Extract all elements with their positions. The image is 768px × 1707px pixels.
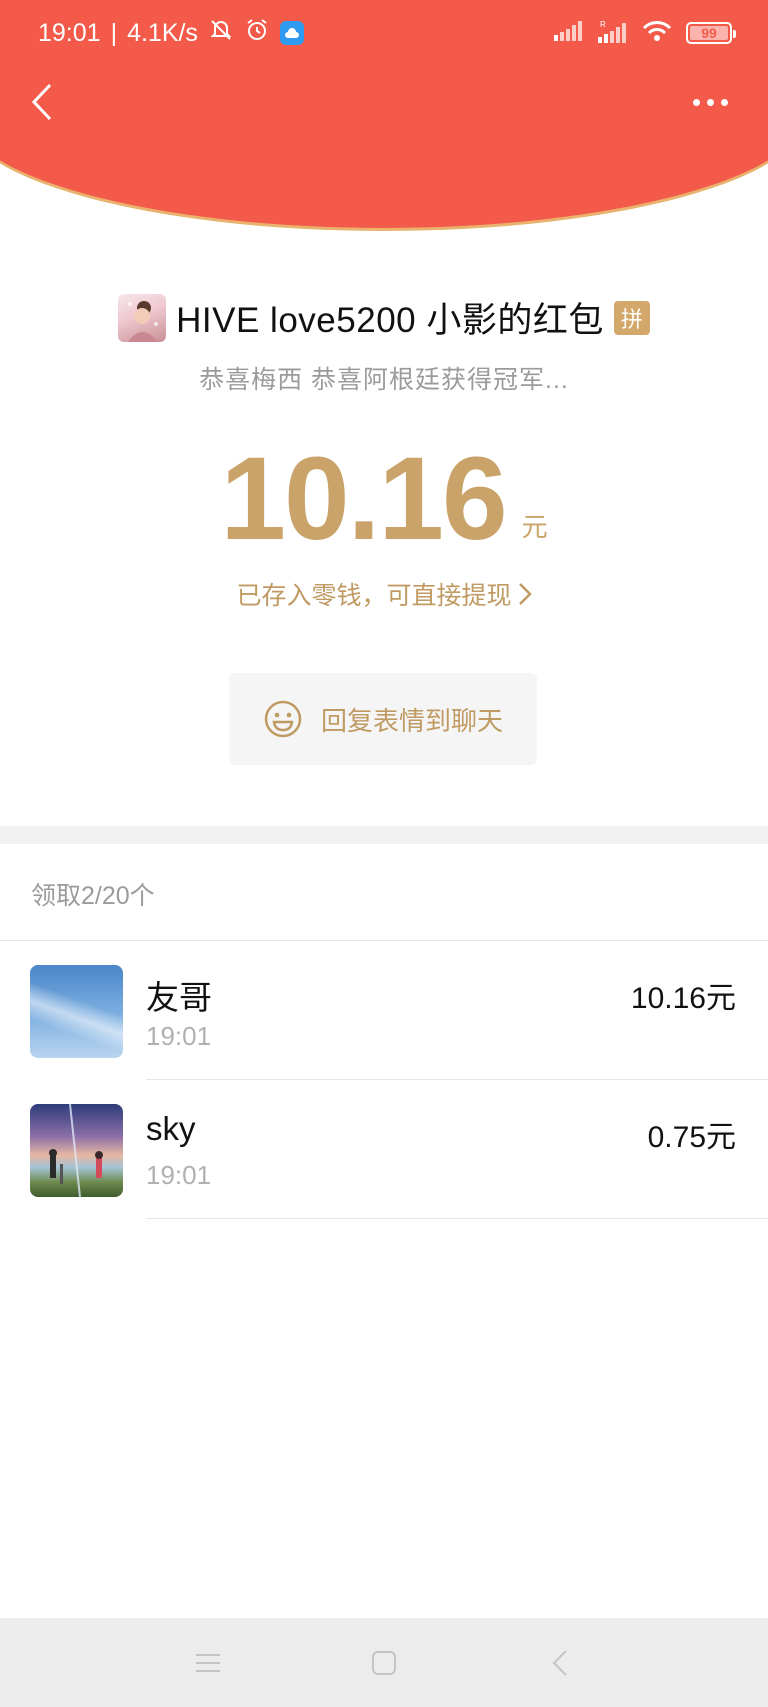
claimer-name: 友哥 [146,979,212,1016]
signal-icon [554,20,584,46]
claim-time: 19:01 [146,1160,212,1190]
amount-row: 10.16 元 [0,440,768,558]
sender-avatar[interactable] [118,293,167,342]
home-square-icon [372,1650,396,1675]
stored-to-balance-link[interactable]: 已存入零钱，可直接提现 [0,576,768,612]
battery-level: 99 [701,25,717,41]
row-divider [146,1218,768,1219]
list-item[interactable]: 友哥 19:01 10.16元 [0,941,768,1080]
reply-button-label: 回复表情到聊天 [320,705,503,736]
chevron-left-icon [31,83,52,121]
claim-amount: 0.75元 [647,1121,736,1154]
sender-row: HIVE love5200 小影的红包 拼 [0,292,768,343]
home-button[interactable] [296,1633,472,1693]
alarm-icon [244,17,270,50]
claim-time: 19:01 [146,1021,212,1051]
red-packet-detail-page: 19:01 | 4.1K/s R 99 HIVE love5200 小影的红包 … [0,0,768,1707]
status-right: R 99 [554,19,736,48]
status-separator: | [110,18,118,47]
system-back-button[interactable] [472,1633,648,1693]
mute-bell-icon [208,17,234,50]
group-pin-badge: 拼 [613,300,650,335]
section-divider [0,826,768,844]
cloud-app-icon [279,21,304,45]
signal-r-icon: R [598,19,628,48]
battery-icon: 99 [686,22,736,44]
smiley-icon [264,700,302,738]
list-item[interactable]: sky 19:01 0.75元 [0,1080,768,1219]
greeting-message: 恭喜梅西 恭喜阿根廷获得冠军... [199,366,569,394]
received-amount: 10.16 [220,433,507,565]
claimer-name: sky [146,1110,196,1147]
sky-avatar[interactable] [30,965,123,1058]
network-speed: 4.1K/s [127,18,198,47]
anime-avatar[interactable] [30,1104,123,1197]
system-navigation-bar [0,1618,768,1707]
status-left: 19:01 | 4.1K/s [38,17,304,50]
back-button[interactable] [20,80,64,124]
amount-unit: 元 [521,512,548,542]
more-button[interactable] [682,80,738,124]
status-time: 19:01 [38,18,101,47]
menu-icon [196,1653,220,1672]
menu-button[interactable] [120,1633,296,1693]
svg-text:R: R [600,20,606,29]
back-triangle-icon [552,1649,567,1676]
wifi-icon [642,20,672,47]
claim-amount: 10.16元 [630,982,736,1015]
sender-name: HIVE love5200 小影的红包 [176,301,604,340]
more-dots-icon [692,98,700,106]
reply-sticker-button[interactable]: 回复表情到聊天 [229,673,537,765]
claim-count: 领取2/20个 [31,882,155,910]
chevron-right-icon [518,583,532,605]
claim-list: 友哥 19:01 10.16元 sky 19:01 0.75元 [0,941,768,1219]
status-bar: 19:01 | 4.1K/s R 99 [0,0,768,66]
stored-text: 已存入零钱，可直接提现 [236,582,512,610]
